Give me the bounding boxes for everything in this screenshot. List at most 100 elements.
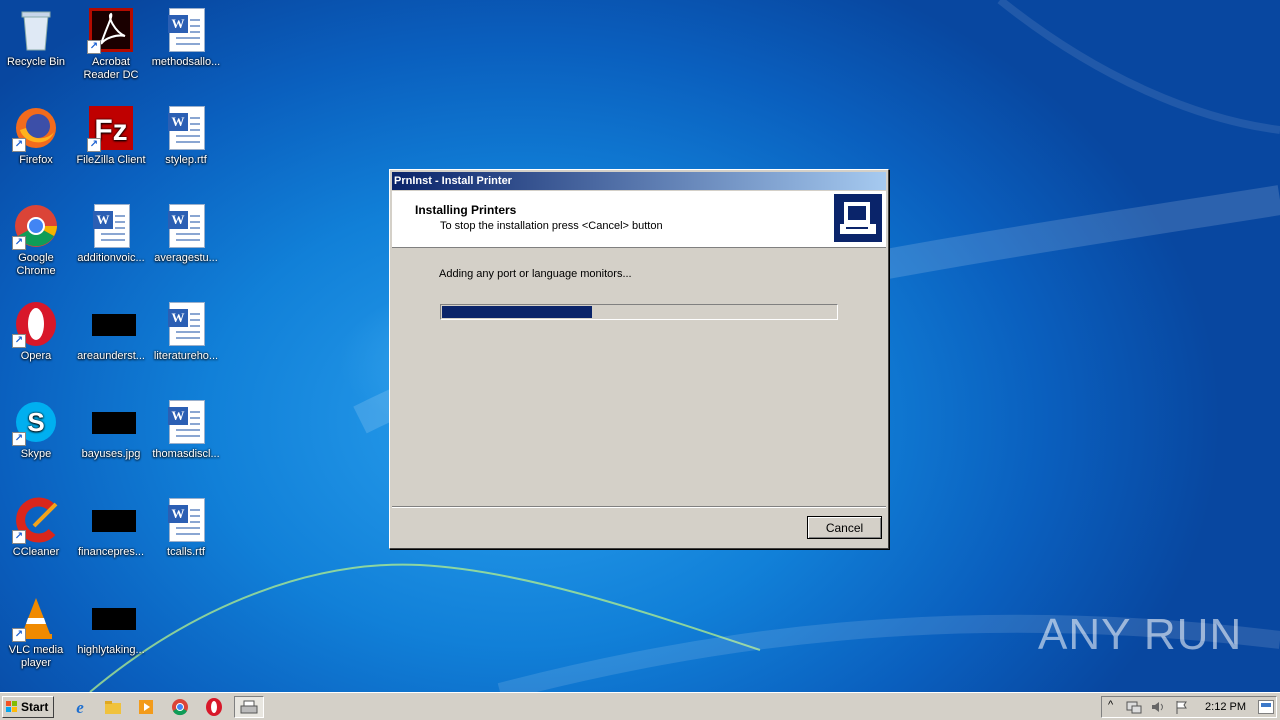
firefox-icon: ↗ (12, 104, 60, 152)
desktop-icon-chrome[interactable]: ↗ Google Chrome (0, 202, 74, 278)
word-doc-icon: W (162, 6, 210, 54)
desktop-icon-thomasdiscl[interactable]: W thomasdiscl... (148, 398, 224, 461)
ccleaner-icon: ↗ (12, 496, 60, 544)
image-file-icon (87, 496, 136, 544)
progress-fill (442, 306, 592, 318)
shortcut-arrow-icon: ↗ (12, 334, 26, 348)
taskbar: Start e ^ 2:12 PM (0, 692, 1280, 720)
opera-icon: ↗ (12, 300, 60, 348)
desktop-icon-filezilla[interactable]: Fz ↗ FileZilla Client (73, 104, 149, 167)
desktop-icon-vlc[interactable]: ↗ VLC media player (0, 594, 74, 670)
icon-label: thomasdiscl... (152, 448, 220, 460)
taskbar-clock[interactable]: 2:12 PM (1205, 701, 1246, 713)
icon-label: Recycle Bin (6, 56, 66, 68)
icon-label: VLC media player (8, 644, 64, 669)
desktop-icon-skype[interactable]: S ↗ Skype (0, 398, 74, 461)
icon-label: Skype (20, 448, 52, 460)
icon-label: financepres... (77, 546, 145, 558)
explorer-folder-icon[interactable] (103, 697, 123, 717)
desktop-icon-additionvoic[interactable]: W additionvoic... (73, 202, 149, 265)
skype-icon: S ↗ (12, 398, 60, 446)
chrome-icon: ↗ (12, 202, 60, 250)
shortcut-arrow-icon: ↗ (12, 138, 26, 152)
desktop-icon-literatureho[interactable]: W literatureho... (148, 300, 224, 363)
install-progress-bar (440, 304, 838, 320)
icon-label: areaunderst... (77, 350, 145, 362)
word-doc-icon: W (87, 202, 135, 250)
desktop-icon-areaunderst[interactable]: areaunderst... (73, 300, 149, 363)
shortcut-arrow-icon: ↗ (12, 628, 26, 642)
icon-label: methodsallo... (151, 56, 221, 68)
recycle-bin-icon (12, 6, 60, 54)
icon-label: Google Chrome (16, 252, 56, 277)
taskbar-printer-install-button[interactable] (234, 696, 264, 718)
word-doc-icon: W (162, 202, 210, 250)
windows-logo-icon (6, 701, 17, 712)
dialog-header: Installing Printers To stop the installa… (392, 191, 886, 248)
network-icon[interactable] (1126, 700, 1142, 714)
desktop-icon-averagestu[interactable]: W averagestu... (148, 202, 224, 265)
opera-taskbar-icon[interactable] (204, 697, 224, 717)
ie-icon[interactable]: e (70, 697, 90, 717)
icon-label: highlytaking... (77, 644, 145, 656)
install-printer-dialog: PrnInst - Install Printer Installing Pri… (389, 169, 889, 549)
anyrun-watermark: ANY RUN (1038, 610, 1243, 659)
desktop-icon-financepres[interactable]: financepres... (73, 496, 149, 559)
install-status-text: Adding any port or language monitors... (439, 268, 632, 280)
dialog-header-subtitle: To stop the installation press <Cancel> … (440, 220, 663, 232)
start-button[interactable]: Start (2, 696, 54, 718)
icon-label: literatureho... (153, 350, 219, 362)
desktop-icon-acrobat[interactable]: ↗ Acrobat Reader DC (73, 6, 149, 82)
shortcut-arrow-icon: ↗ (87, 40, 101, 54)
icon-label: averagestu... (154, 252, 218, 264)
desktop-icon-opera[interactable]: ↗ Opera (0, 300, 74, 363)
acrobat-icon: ↗ (87, 6, 135, 54)
vlc-icon: ↗ (12, 594, 60, 642)
image-file-icon (87, 300, 136, 348)
word-doc-icon: W (162, 496, 210, 544)
icon-label: CCleaner (12, 546, 60, 558)
icon-label: additionvoic... (77, 252, 145, 264)
icon-label: stylep.rtf (165, 154, 207, 166)
media-player-icon[interactable] (136, 697, 156, 717)
desktop-icon-bayuses[interactable]: bayuses.jpg (73, 398, 149, 461)
action-center-flag-icon[interactable] (1174, 700, 1190, 714)
desktop-icon-methodsallo[interactable]: W methodsallo... (148, 6, 224, 69)
icon-label: Opera (20, 350, 52, 362)
shortcut-arrow-icon: ↗ (87, 138, 101, 152)
volume-icon[interactable] (1150, 700, 1166, 714)
icon-label: tcalls.rtf (167, 546, 205, 558)
system-tray: ^ 2:12 PM (1101, 696, 1277, 718)
svg-text:S: S (27, 407, 44, 437)
word-doc-icon: W (162, 398, 210, 446)
image-file-icon (87, 594, 136, 642)
shortcut-arrow-icon: ↗ (12, 530, 26, 544)
icon-label: Acrobat Reader DC (83, 56, 139, 81)
chrome-taskbar-icon[interactable] (170, 697, 190, 717)
svg-text:e: e (76, 698, 84, 717)
dialog-titlebar[interactable]: PrnInst - Install Printer (392, 172, 886, 190)
desktop-icon-highlytaking[interactable]: highlytaking... (73, 594, 149, 657)
icon-label: FileZilla Client (76, 154, 146, 166)
cancel-button[interactable]: Cancel (807, 516, 882, 539)
desktop-icon-recycle-bin[interactable]: Recycle Bin (0, 6, 74, 69)
desktop-icon-firefox[interactable]: ↗ Firefox (0, 104, 74, 167)
desktop-icon-stylep[interactable]: W stylep.rtf (148, 104, 224, 167)
printer-icon (240, 700, 258, 714)
desktop-icon-tcalls[interactable]: W tcalls.rtf (148, 496, 224, 559)
icon-label: Firefox (19, 154, 53, 166)
desktop-icon-ccleaner[interactable]: ↗ CCleaner (0, 496, 74, 559)
icon-label: bayuses.jpg (81, 448, 141, 460)
dialog-separator (392, 506, 886, 508)
word-doc-icon: W (162, 104, 210, 152)
image-file-icon (87, 398, 136, 446)
start-label: Start (21, 700, 49, 714)
dialog-header-title: Installing Printers (415, 203, 517, 217)
shortcut-arrow-icon: ↗ (12, 432, 26, 446)
show-hidden-icons-chevron-icon[interactable]: ^ (1108, 699, 1113, 711)
show-desktop-icon[interactable] (1258, 700, 1274, 714)
word-doc-icon: W (162, 300, 210, 348)
shortcut-arrow-icon: ↗ (12, 236, 26, 250)
printer-install-icon (834, 194, 882, 242)
filezilla-icon: Fz ↗ (87, 104, 135, 152)
